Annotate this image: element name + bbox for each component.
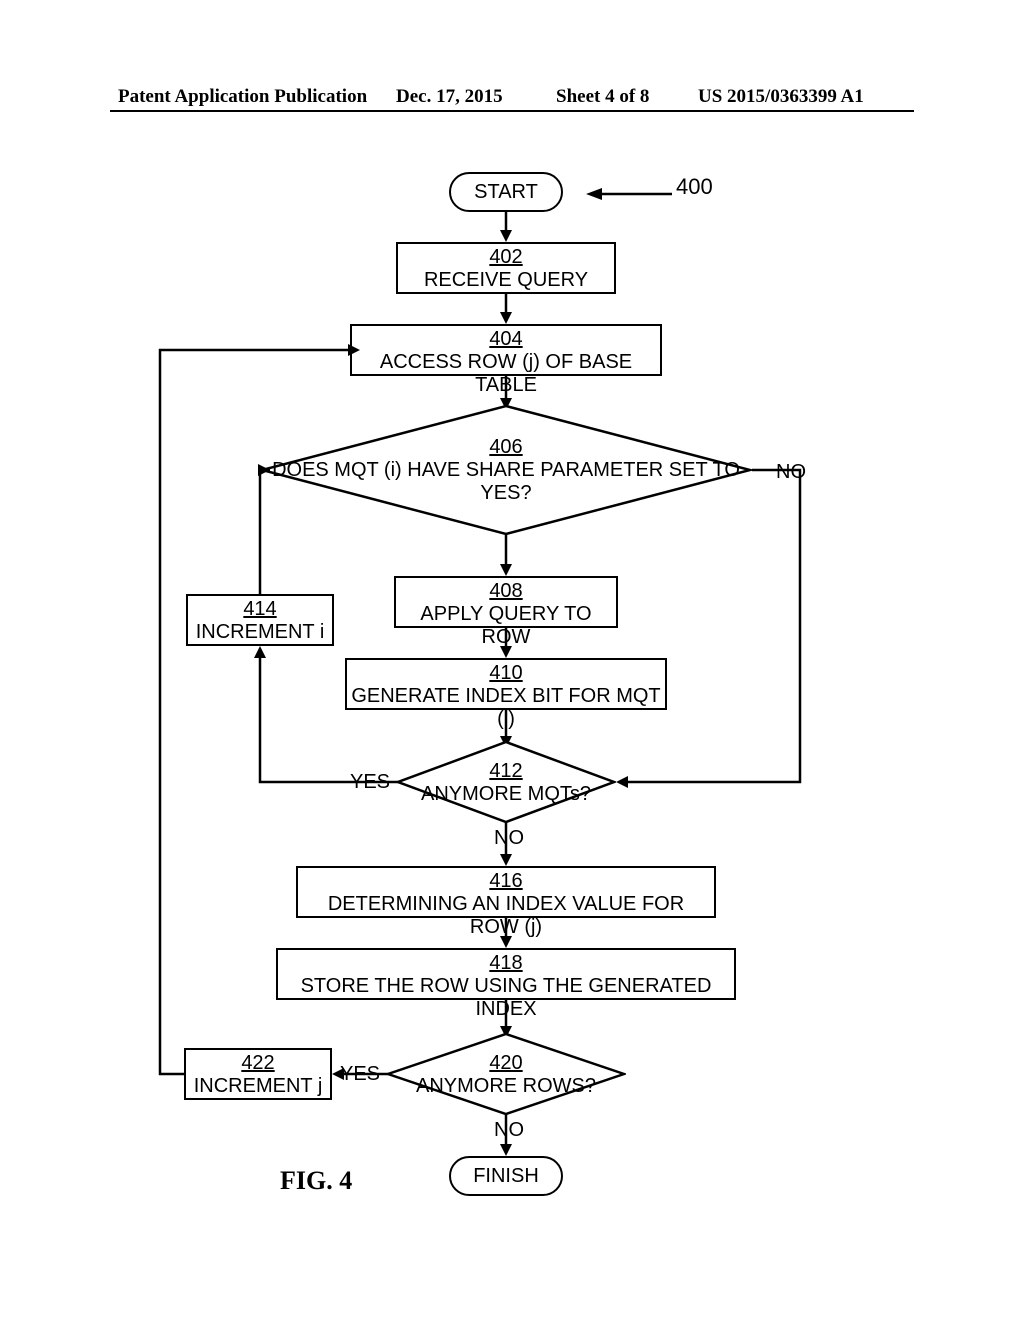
- hdr-pubno: US 2015/0363399 A1: [698, 86, 864, 108]
- leader-arrow-icon: [586, 186, 672, 202]
- step-412-text: ANYMORE MQTs?: [421, 783, 591, 805]
- step-402-no: 402: [402, 246, 610, 269]
- arrow-402-404-icon: [499, 294, 513, 324]
- step-402-text: RECEIVE QUERY: [424, 269, 588, 291]
- arrow-420-finish-icon: [499, 1114, 513, 1156]
- terminal-start-label: START: [474, 182, 538, 202]
- step-420-no: 420: [489, 1052, 522, 1074]
- arrow-406-408-icon: [499, 534, 513, 576]
- step-408-no: 408: [400, 580, 612, 603]
- step-416-no: 416: [302, 870, 710, 893]
- step-404-no: 404: [356, 328, 656, 351]
- conn-406no-412-icon: [608, 466, 808, 788]
- hdr-sheet: Sheet 4 of 8: [556, 86, 649, 108]
- hdr-rule: [110, 110, 914, 112]
- arrow-412-416-icon: [499, 822, 513, 866]
- arrow-416-418-icon: [499, 918, 513, 948]
- arrow-start-402-icon: [499, 212, 513, 242]
- step-412: 412 ANYMORE MQTs?: [396, 740, 616, 824]
- step-406-no: 406: [489, 436, 522, 458]
- step-402: 402 RECEIVE QUERY: [396, 242, 616, 294]
- step-408: 408 APPLY QUERY TO ROW: [394, 576, 618, 628]
- hdr-publication: Patent Application Publication: [118, 86, 367, 108]
- refnum-400: 400: [676, 176, 713, 198]
- terminal-finish-label: FINISH: [473, 1166, 539, 1186]
- conn-422-404-icon: [152, 344, 362, 1080]
- terminal-finish: FINISH: [449, 1156, 563, 1196]
- page: Patent Application Publication Dec. 17, …: [0, 0, 1024, 1320]
- step-420-text: ANYMORE ROWS?: [416, 1075, 596, 1097]
- figure-caption: FIG. 4: [280, 1168, 352, 1194]
- step-412-no: 412: [489, 760, 522, 782]
- terminal-start: START: [449, 172, 563, 212]
- step-420: 420 ANYMORE ROWS?: [386, 1032, 626, 1116]
- arrow-408-410-icon: [499, 628, 513, 658]
- step-404: 404 ACCESS ROW (j) OF BASE TABLE: [350, 324, 662, 376]
- hdr-date: Dec. 17, 2015: [396, 86, 503, 108]
